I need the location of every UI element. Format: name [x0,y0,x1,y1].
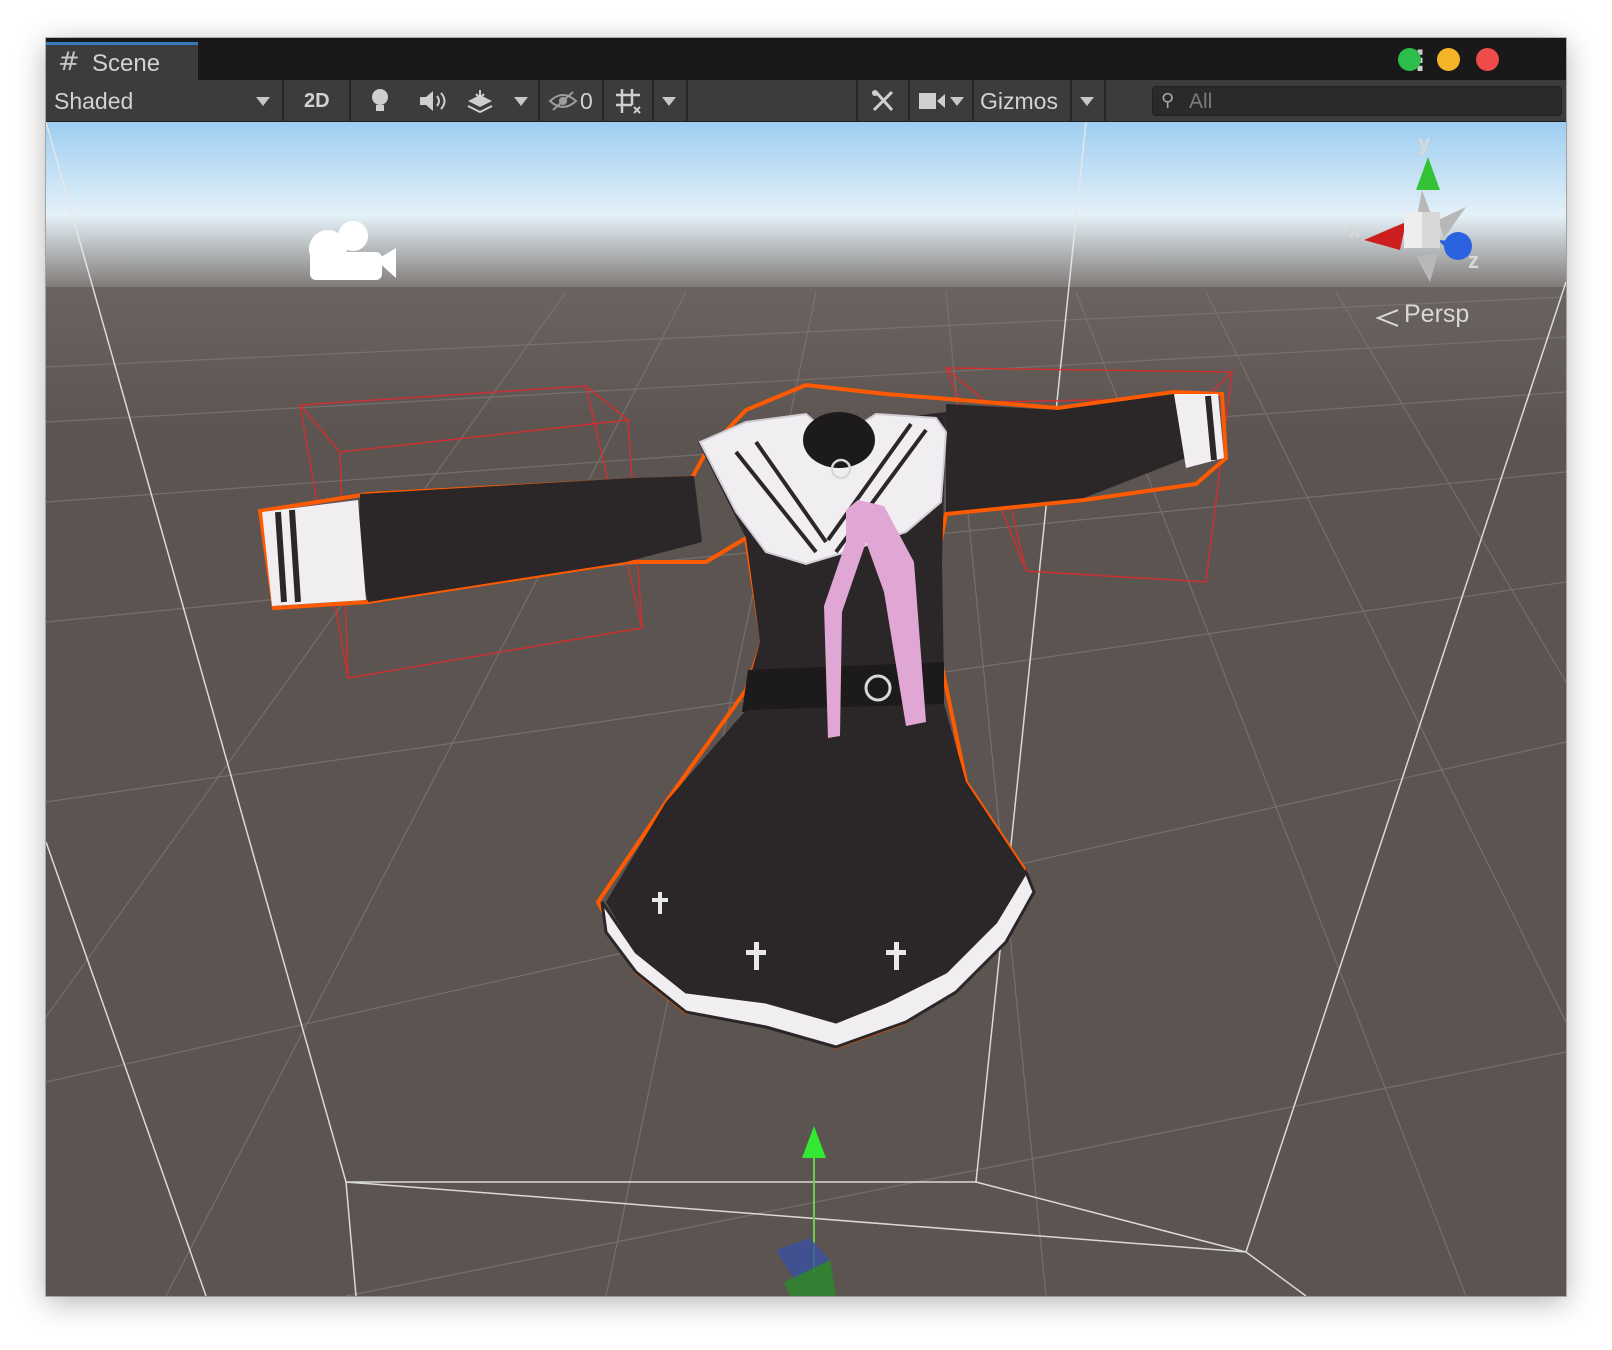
divider [349,80,351,121]
layers-icon [467,90,493,114]
tools-icon [872,90,894,112]
eye-slash-icon [548,91,578,111]
tab-bar: # Scene ⋮ [46,38,1566,80]
grid-snap-icon [616,89,641,114]
x-axis-label: x [1348,217,1361,242]
chevron-down-icon [514,97,528,106]
z-axis-label: z [1468,248,1479,273]
viewport-canvas [46,122,1566,1296]
search-box: ⚲ [1152,86,1562,116]
scene-toolbar: Shaded 2D 0 Gizmos ⚲ All [46,80,1566,122]
gizmos-button[interactable]: Gizmos [974,80,1070,121]
divider [1104,80,1106,121]
search-icon: ⚲ [1161,90,1175,111]
chevron-down-icon [1080,97,1094,106]
y-axis-label: y [1418,130,1431,155]
tools-button[interactable] [860,80,908,121]
2d-toggle-button[interactable]: 2D [292,80,342,121]
audio-toggle-button[interactable] [408,80,454,121]
yellow-window-button[interactable] [1437,48,1460,71]
projection-label[interactable]: Persp [1404,300,1469,329]
grid-icon: # [58,47,80,77]
shading-mode-dropdown[interactable]: Shaded [46,80,282,121]
effects-toggle-button[interactable] [456,80,504,121]
2d-label: 2D [304,90,330,112]
hidden-objects-toggle[interactable]: 0 [542,80,600,121]
scene-viewport[interactable]: y x z Persp [46,122,1566,1296]
chevron-down-icon [662,97,676,106]
bulb-icon [372,89,388,111]
scene-window: # Scene ⋮ Shaded 2D [46,38,1566,1296]
divider [282,80,284,121]
grid-dropdown[interactable] [654,80,684,121]
green-window-button[interactable] [1398,48,1421,71]
camera-icon [919,93,945,109]
red-window-button[interactable] [1476,48,1499,71]
tab-label: Scene [92,50,161,77]
divider [602,80,604,121]
chevron-down-icon [950,97,964,106]
grid-snap-button[interactable] [606,80,650,121]
divider [856,80,858,121]
camera-settings-button[interactable] [910,80,972,121]
shading-mode-label: Shaded [54,88,134,114]
effects-dropdown[interactable] [506,80,536,121]
search-input[interactable] [1187,89,1551,115]
speaker-icon [420,91,446,111]
sky [46,122,1566,292]
lighting-toggle-button[interactable] [356,80,404,121]
divider [686,80,688,121]
tab-scene[interactable]: # Scene [46,42,198,80]
hidden-count: 0 [580,88,593,114]
gizmos-dropdown[interactable] [1072,80,1102,121]
gizmos-label: Gizmos [980,88,1058,114]
chevron-down-icon [256,97,270,106]
divider [538,80,540,121]
